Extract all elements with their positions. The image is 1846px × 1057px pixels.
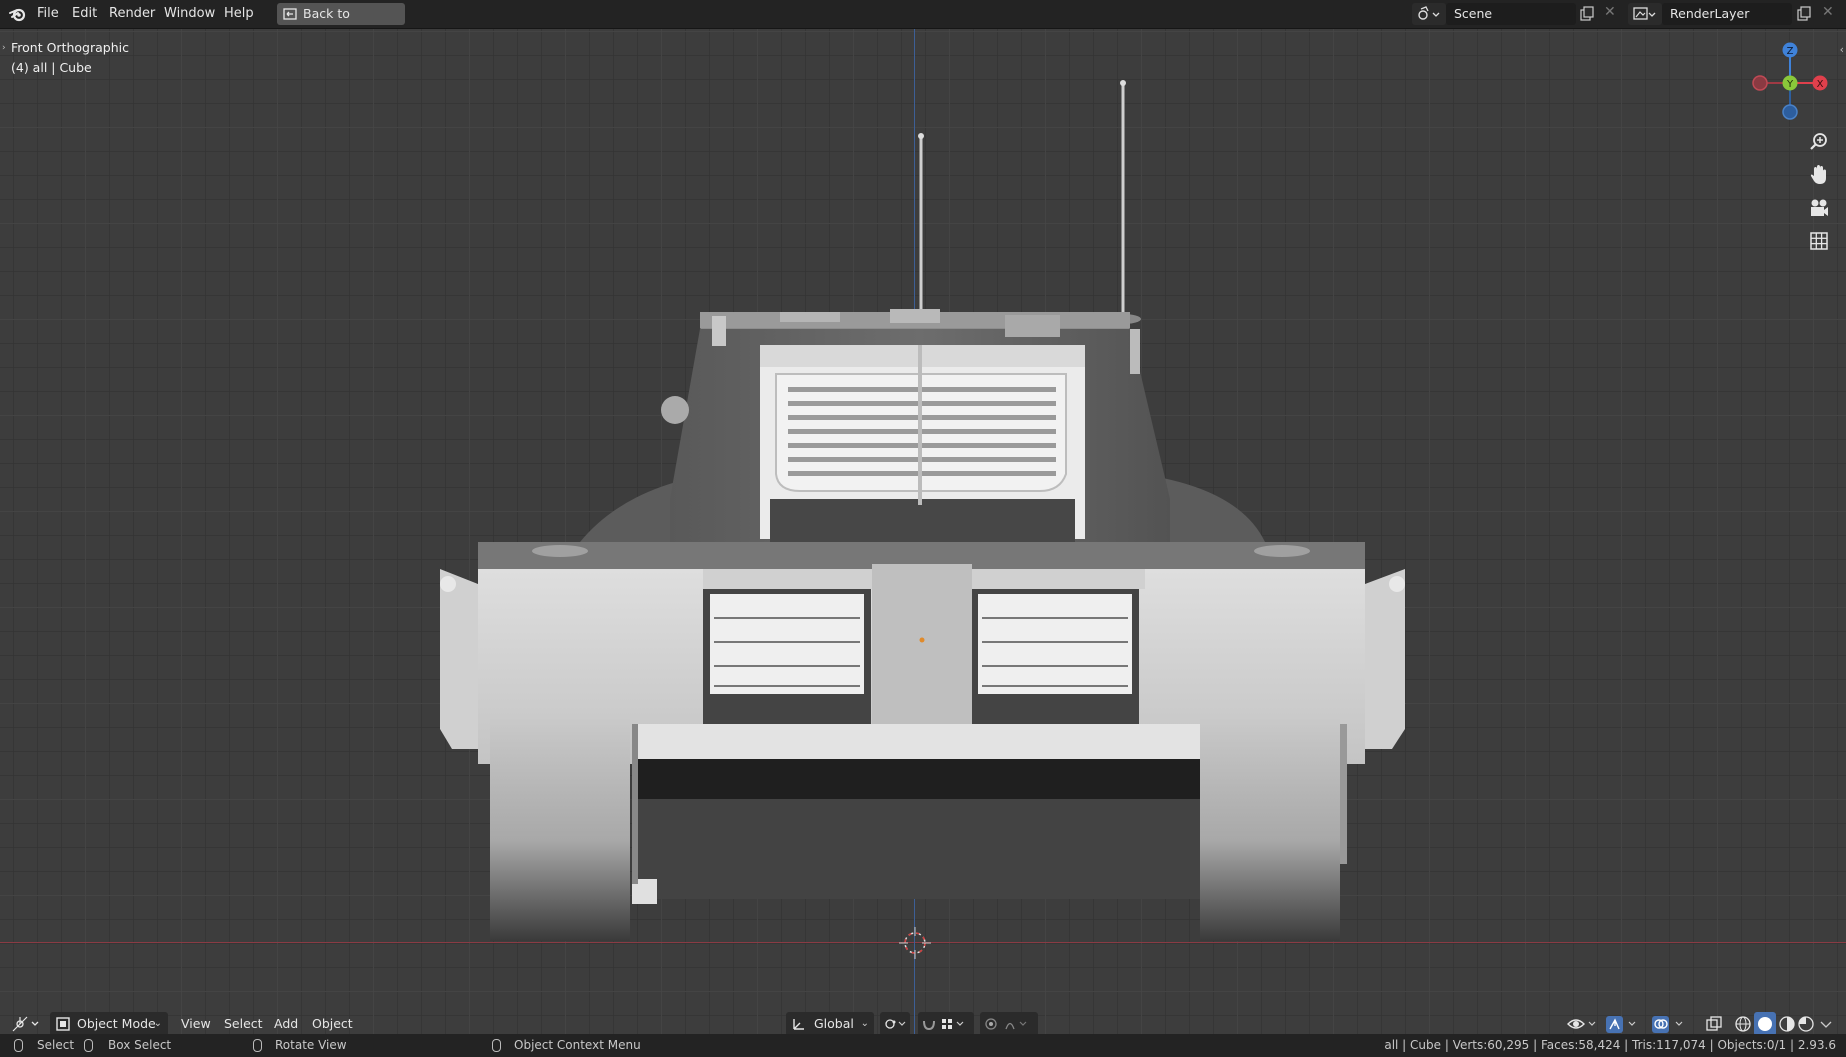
mouse-middle-icon: [253, 1039, 262, 1052]
xray-toggle-icon[interactable]: [1704, 1014, 1724, 1034]
zoom-button[interactable]: [1806, 129, 1832, 155]
3d-view-icon: [12, 1016, 39, 1032]
proportional-editing-icon: [985, 1018, 1027, 1030]
render-layer-icon: [1633, 7, 1656, 20]
menu-window[interactable]: Window: [164, 0, 215, 28]
lower-hull: [632, 799, 1212, 899]
delete-renderlayer-icon[interactable]: ✕: [1822, 4, 1834, 20]
renderlayer-name-field[interactable]: RenderLayer: [1662, 3, 1792, 25]
object-mode-dropdown[interactable]: Object Mode ⌄: [50, 1012, 168, 1036]
status-box-select: Box Select: [108, 1038, 172, 1052]
menu-add[interactable]: Add: [274, 1013, 298, 1035]
gizmo-toggle-button[interactable]: [1603, 1012, 1643, 1036]
pivot-icon: [885, 1019, 906, 1029]
track-right: [1200, 719, 1340, 941]
gizmo-y-label: Y: [1786, 79, 1794, 90]
renderlayer-browse-button[interactable]: [1628, 3, 1662, 25]
scene-name: Scene: [1454, 6, 1493, 21]
gizmo-x-label: X: [1817, 79, 1824, 90]
hand-pan-icon: [1810, 165, 1826, 184]
overlays-toggle-button[interactable]: [1649, 1012, 1691, 1036]
visibility-eye-icon[interactable]: [1566, 1014, 1600, 1034]
chevron-down-icon: ⌄: [153, 1018, 162, 1029]
menu-edit[interactable]: Edit: [72, 0, 97, 28]
menu-select[interactable]: Select: [224, 1013, 263, 1035]
scene-statistics: all | Cube | Verts:60,295 | Faces:58,424…: [1384, 1038, 1836, 1052]
menu-help[interactable]: Help: [224, 0, 254, 28]
status-select: Select: [37, 1038, 75, 1052]
object-mode-label: Object Mode: [77, 1016, 156, 1031]
snap-magnet-icon: [923, 1019, 964, 1031]
transform-orientation-dropdown[interactable]: Global ⌄: [786, 1012, 874, 1036]
zoom-icon: [1810, 133, 1827, 150]
gizmo-icon: [1606, 1016, 1636, 1033]
orientation-label: Global: [814, 1016, 854, 1031]
orientation-axes-icon: [793, 1019, 804, 1030]
renderlayer-name: RenderLayer: [1670, 6, 1750, 21]
chevron-down-icon: ⌄: [860, 1018, 869, 1029]
mouse-drag-icon: [84, 1039, 93, 1052]
ortho-toggle-button[interactable]: [1806, 228, 1832, 254]
track-left: [490, 719, 630, 941]
pivot-point-dropdown[interactable]: [880, 1012, 910, 1036]
wireframe-shading-icon[interactable]: [1733, 1014, 1753, 1034]
mouse-right-icon: [492, 1039, 501, 1052]
delete-scene-icon[interactable]: ✕: [1604, 4, 1616, 20]
scene-icon: [1418, 6, 1440, 20]
3d-viewport[interactable]: › Front Orthographic (4) all | Cube ‹ Z …: [0, 29, 1846, 1034]
3d-cursor[interactable]: [899, 927, 931, 959]
rendered-shading-icon[interactable]: [1796, 1014, 1816, 1034]
blender-logo-icon[interactable]: [8, 4, 28, 24]
new-renderlayer-icon[interactable]: [1796, 6, 1812, 22]
shading-options-chevron-icon[interactable]: [1818, 1014, 1834, 1034]
snap-controls[interactable]: [918, 1012, 974, 1036]
menu-object[interactable]: Object: [312, 1013, 353, 1035]
editor-type-button[interactable]: [10, 1013, 44, 1035]
top-menu-bar: File Edit Render Window Help Back to Pre…: [0, 0, 1846, 43]
menu-render[interactable]: Render: [109, 0, 155, 28]
solid-shading-icon: [1758, 1017, 1772, 1031]
tank-model[interactable]: [0, 29, 1846, 1034]
pan-button[interactable]: [1806, 162, 1832, 188]
gizmo-z-label: Z: [1787, 46, 1794, 57]
scene-browse-button[interactable]: [1412, 3, 1446, 25]
solid-shading-button[interactable]: [1754, 1012, 1776, 1036]
camera-icon: [1811, 199, 1828, 216]
menu-file[interactable]: File: [37, 0, 59, 28]
back-to-previous-button[interactable]: Back to Previous: [277, 3, 405, 43]
camera-view-button[interactable]: [1806, 195, 1832, 221]
new-scene-icon[interactable]: [1579, 6, 1595, 22]
proportional-editing-controls[interactable]: [980, 1012, 1038, 1036]
status-context-menu: Object Context Menu: [514, 1038, 641, 1052]
object-mode-icon: [56, 1017, 70, 1031]
overlays-icon: [1652, 1016, 1683, 1033]
mouse-left-icon: [14, 1039, 23, 1052]
object-origin: [919, 637, 925, 643]
material-preview-icon[interactable]: [1777, 1014, 1797, 1034]
scene-name-field[interactable]: Scene: [1446, 3, 1576, 25]
grid-icon: [1810, 232, 1828, 250]
status-rotate-view: Rotate View: [275, 1038, 347, 1052]
status-bar: Select Box Select Rotate View Object Con…: [0, 1034, 1846, 1057]
back-window-icon: [283, 8, 297, 20]
menu-view[interactable]: View: [181, 1013, 211, 1035]
